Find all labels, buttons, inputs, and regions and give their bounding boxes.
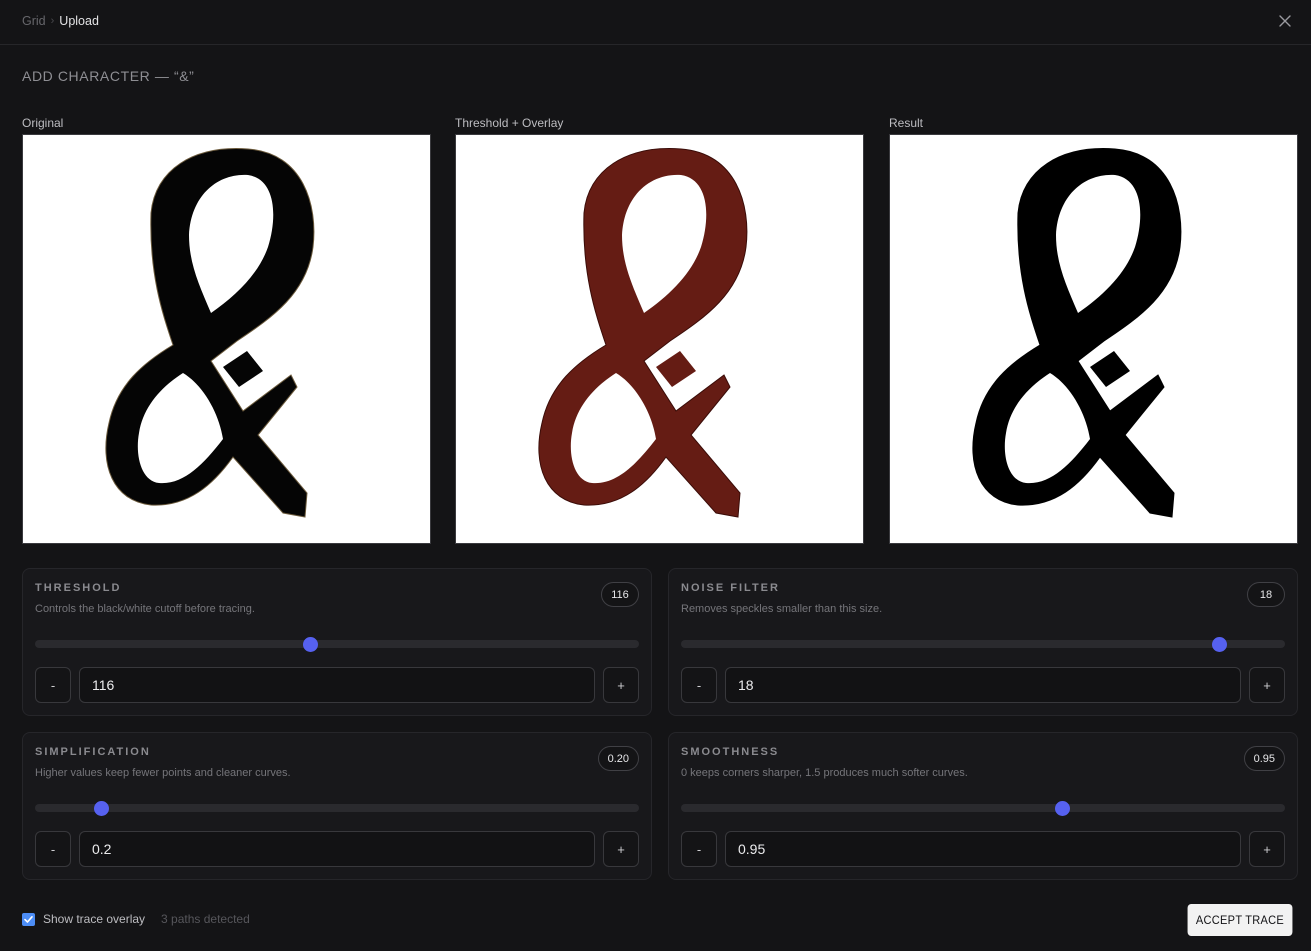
result-preview (889, 134, 1298, 544)
original-glyph-image (105, 148, 315, 518)
noise-filter-slider-thumb[interactable] (1211, 637, 1227, 652)
threshold-description: Controls the black/white cutoff before t… (35, 603, 255, 615)
checkmark-icon (24, 915, 33, 923)
close-icon (1279, 15, 1291, 27)
smoothness-decrement-button[interactable]: - (681, 831, 717, 867)
noise-filter-value-badge: 18 (1247, 582, 1285, 607)
smoothness-value-badge: 0.95 (1243, 746, 1285, 771)
overlay-glyph-image (538, 148, 748, 518)
top-bar: Grid › Upload (0, 0, 1311, 45)
ampersand-glyph (538, 148, 748, 518)
threshold-input[interactable] (79, 667, 595, 703)
simplification-input[interactable] (79, 831, 595, 867)
smoothness-slider[interactable] (681, 801, 1285, 816)
breadcrumb-separator: › (50, 15, 55, 27)
simplification-slider-thumb[interactable] (94, 801, 110, 816)
simplification-decrement-button[interactable]: - (35, 831, 71, 867)
smoothness-card: SMOOTHNESS 0 keeps corners sharper, 1.5 … (668, 732, 1298, 880)
simplification-description: Higher values keep fewer points and clea… (35, 767, 291, 779)
noise-filter-card: NOISE FILTER Removes speckles smaller th… (668, 568, 1298, 716)
smoothness-description: 0 keeps corners sharper, 1.5 produces mu… (681, 767, 968, 779)
threshold-slider[interactable] (35, 637, 639, 652)
threshold-decrement-button[interactable]: - (35, 667, 71, 703)
smoothness-slider-thumb[interactable] (1054, 801, 1070, 816)
threshold-label: THRESHOLD (35, 582, 122, 594)
simplification-card: SIMPLIFICATION Higher values keep fewer … (22, 732, 652, 880)
smoothness-input[interactable] (725, 831, 1241, 867)
show-overlay-checkbox[interactable] (22, 912, 35, 926)
accept-trace-button[interactable]: ACCEPT TRACE (1187, 904, 1293, 936)
ampersand-glyph (105, 148, 315, 518)
breadcrumb-grid-link[interactable]: Grid (22, 14, 46, 28)
smoothness-label: SMOOTHNESS (681, 746, 780, 758)
overlay-label: Threshold + Overlay (455, 116, 564, 130)
breadcrumb-current: Upload (59, 14, 99, 28)
original-label: Original (22, 116, 64, 130)
threshold-increment-button[interactable]: + (603, 667, 639, 703)
close-button[interactable] (1275, 11, 1295, 31)
noise-filter-increment-button[interactable]: + (1249, 667, 1285, 703)
smoothness-increment-button[interactable]: + (1249, 831, 1285, 867)
overlay-toggle-row: Show trace overlay 3 paths detected (22, 912, 250, 926)
result-label: Result (889, 116, 924, 130)
threshold-card: THRESHOLD Controls the black/white cutof… (22, 568, 652, 716)
simplification-value-badge: 0.20 (597, 746, 639, 771)
ampersand-glyph (972, 148, 1182, 518)
simplification-increment-button[interactable]: + (603, 831, 639, 867)
simplification-slider[interactable] (35, 801, 639, 816)
noise-filter-input[interactable] (725, 667, 1241, 703)
noise-filter-slider[interactable] (681, 637, 1285, 652)
show-overlay-label[interactable]: Show trace overlay (43, 912, 145, 926)
threshold-overlay-preview (455, 134, 864, 544)
noise-filter-decrement-button[interactable]: - (681, 667, 717, 703)
breadcrumb: Grid › Upload (22, 14, 99, 28)
simplification-label: SIMPLIFICATION (35, 746, 151, 758)
threshold-slider-thumb[interactable] (302, 637, 318, 652)
threshold-value-badge: 116 (601, 582, 639, 607)
noise-filter-description: Removes speckles smaller than this size. (681, 603, 883, 615)
original-preview (22, 134, 431, 544)
result-glyph-image (972, 148, 1182, 518)
noise-filter-label: NOISE FILTER (681, 582, 780, 594)
page-title: ADD CHARACTER — “&” (22, 68, 195, 84)
paths-detected-text: 3 paths detected (161, 912, 250, 926)
